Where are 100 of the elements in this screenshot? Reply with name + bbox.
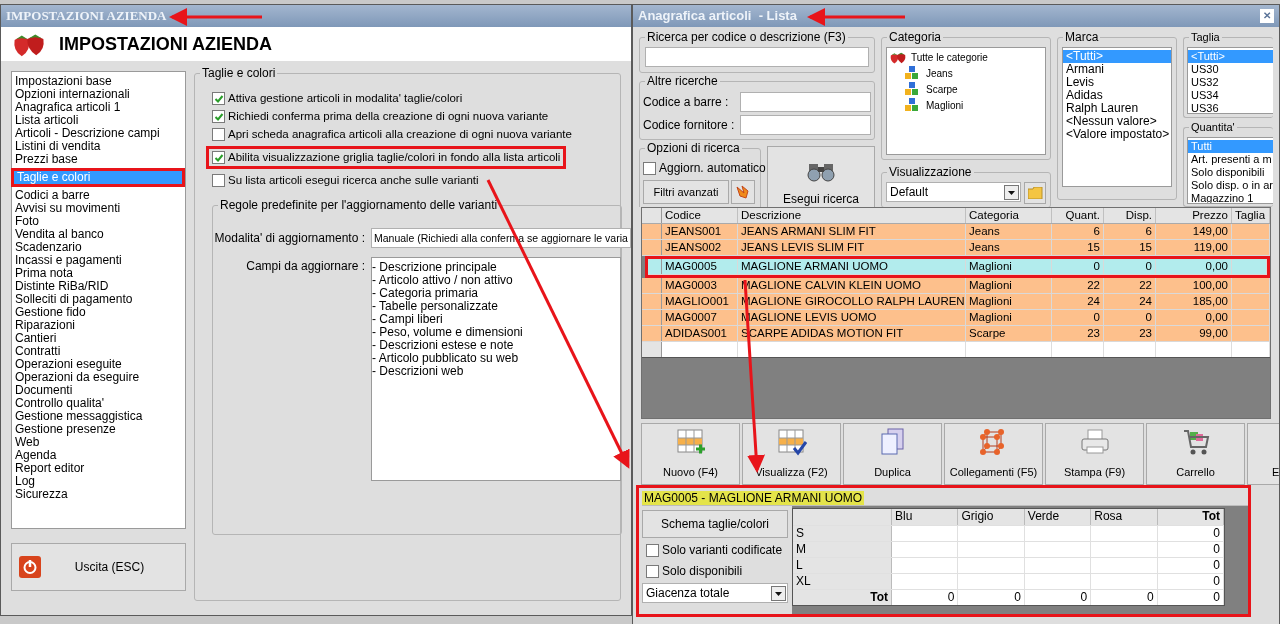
power-icon xyxy=(19,556,41,578)
section-item[interactable]: Operazioni eseguite xyxy=(12,358,185,371)
list-item[interactable]: <Nessun valore> xyxy=(1063,115,1171,128)
list-item[interactable]: US34 xyxy=(1188,89,1273,102)
list-item[interactable]: Levis xyxy=(1063,76,1171,89)
checkbox[interactable] xyxy=(212,174,225,187)
section-item[interactable]: Cantieri xyxy=(12,332,185,345)
section-item[interactable]: Agenda xyxy=(12,449,185,462)
section-item[interactable]: Controllo qualita' xyxy=(12,397,185,410)
section-item[interactable]: Riparazioni xyxy=(12,319,185,332)
list-item[interactable]: Art. presenti a m xyxy=(1188,153,1273,166)
table-cell: 24 xyxy=(1052,294,1104,309)
close-button[interactable]: ✕ xyxy=(1260,9,1274,23)
section-item[interactable]: Impostazioni base xyxy=(12,75,185,88)
column-header[interactable]: Taglia xyxy=(1232,208,1270,223)
checkbox[interactable] xyxy=(643,161,656,175)
section-item[interactable]: Prima nota xyxy=(12,267,185,280)
input-field[interactable] xyxy=(740,92,871,112)
section-item[interactable]: Articoli - Descrizione campi xyxy=(12,127,185,140)
tree-item[interactable]: Maglioni xyxy=(923,97,964,113)
section-item[interactable]: Lista articoli xyxy=(12,114,185,127)
checkbox[interactable] xyxy=(646,564,659,578)
advanced-filters-button[interactable]: Filtri avanzati xyxy=(643,180,729,204)
tree-item[interactable]: Jeans xyxy=(923,65,953,81)
table-row[interactable]: JEANS002 JEANS LEVIS SLIM FIT Jeans 15 15 119,00 xyxy=(642,240,1270,256)
section-item[interactable]: Sicurezza xyxy=(12,488,185,501)
toolbar-button[interactable]: Stampa (F9) xyxy=(1045,423,1144,485)
section-item[interactable]: Codici a barre xyxy=(12,189,185,202)
table-cell: MAGLIONE ARMANI UOMO xyxy=(738,259,966,274)
grid-cell: 0 xyxy=(1091,590,1158,605)
toolbar-button[interactable]: Nuovo (F4) xyxy=(641,423,740,485)
section-item[interactable]: Gestione presenze xyxy=(12,423,185,436)
filter-action-button[interactable] xyxy=(731,180,755,204)
section-item[interactable]: Report editor xyxy=(12,462,185,475)
list-item[interactable]: Adidas xyxy=(1063,89,1171,102)
group-title: Categoria xyxy=(887,30,944,44)
checkbox[interactable] xyxy=(212,110,225,123)
section-item[interactable]: Log xyxy=(12,475,185,488)
section-item[interactable]: Gestione messaggistica xyxy=(12,410,185,423)
field-label: Codice fornitore : xyxy=(643,117,736,134)
field-item: - Peso, volume e dimensioni xyxy=(372,326,524,339)
section-item[interactable]: Opzioni internazionali xyxy=(12,88,185,101)
section-item[interactable]: Anagrafica articoli 1 xyxy=(12,101,185,114)
section-item[interactable]: Solleciti di pagamento xyxy=(12,293,185,306)
section-item[interactable]: Distinte RiBa/RID xyxy=(12,280,185,293)
list-item[interactable]: Armani xyxy=(1063,63,1171,76)
view-select[interactable]: Default xyxy=(886,182,1021,202)
field-item: - Campi liberi xyxy=(372,313,443,326)
toolbar-button[interactable]: Collegamenti (F5) xyxy=(944,423,1043,485)
section-item[interactable]: Documenti xyxy=(12,384,185,397)
checkbox[interactable] xyxy=(212,128,225,141)
toolbar-button[interactable]: Carrello xyxy=(1146,423,1245,485)
list-item[interactable]: US32 xyxy=(1188,76,1273,89)
row-header: L xyxy=(793,558,893,573)
column-header[interactable]: Quant. xyxy=(1052,208,1104,223)
section-item[interactable]: Listini di vendita xyxy=(12,140,185,153)
grid-cell: 0 xyxy=(958,590,1025,605)
exit-button[interactable]: Uscita (ESC) xyxy=(11,543,186,591)
section-item[interactable]: Vendita al banco xyxy=(12,228,185,241)
table-cell: 23 xyxy=(1052,326,1104,341)
table-row[interactable]: JEANS001 JEANS ARMANI SLIM FIT Jeans 6 6 149,00 xyxy=(642,224,1270,240)
table-cell: 0,00 xyxy=(1156,259,1232,274)
toolbar-button[interactable]: E xyxy=(1247,423,1279,485)
section-item[interactable]: Foto xyxy=(12,215,185,228)
schema-button[interactable]: Schema taglie/colori xyxy=(642,510,788,538)
column-header[interactable]: Prezzo xyxy=(1156,208,1232,223)
column-header: Rosa xyxy=(1091,509,1158,525)
search-field[interactable] xyxy=(645,47,869,67)
section-item[interactable]: Avvisi su movimenti xyxy=(12,202,185,215)
tree-item[interactable]: Scarpe xyxy=(923,81,958,97)
tree-item[interactable]: Tutte le categorie xyxy=(911,50,988,65)
checkbox[interactable] xyxy=(212,151,225,164)
section-item[interactable]: Scadenzario xyxy=(12,241,185,254)
stock-select[interactable]: Giacenza totale xyxy=(642,583,788,603)
grid-cell: 0 xyxy=(1024,590,1092,605)
checkbox[interactable] xyxy=(646,543,659,557)
toolbar-button[interactable]: Duplica xyxy=(843,423,942,485)
list-item[interactable]: US30 xyxy=(1188,63,1273,76)
toolbar-button[interactable]: Visualizza (F2) xyxy=(742,423,841,485)
table-row[interactable]: MAG0005 MAGLIONE ARMANI UOMO Maglioni 0 0 0,00 xyxy=(648,259,1267,275)
section-item[interactable]: Prezzi base xyxy=(12,153,185,166)
column-header[interactable]: Descrizione xyxy=(738,208,966,223)
section-item[interactable]: Web xyxy=(12,436,185,449)
column-header[interactable]: Categoria xyxy=(966,208,1052,223)
checkbox[interactable] xyxy=(212,92,225,105)
list-item[interactable]: Solo disp. o in ar xyxy=(1188,179,1273,192)
list-item[interactable]: Solo disponibili xyxy=(1188,166,1273,179)
section-item[interactable]: Operazioni da eseguire xyxy=(12,371,185,384)
run-search-button[interactable]: Esegui ricerca xyxy=(767,146,875,207)
section-item[interactable]: Incassi e pagamenti xyxy=(12,254,185,267)
list-item[interactable]: US36 xyxy=(1188,102,1273,113)
section-item[interactable]: Contratti xyxy=(12,345,185,358)
column-header[interactable]: Codice xyxy=(662,208,738,223)
section-item[interactable]: Gestione fido xyxy=(12,306,185,319)
input-field[interactable] xyxy=(740,115,871,135)
option-label: Solo disponibili xyxy=(662,563,743,580)
group-title: Ricerca per codice o descrizione (F3) xyxy=(645,30,848,44)
list-item[interactable]: Ralph Lauren xyxy=(1063,102,1171,115)
column-header[interactable]: Disp. xyxy=(1104,208,1156,223)
list-item[interactable]: <Valore impostato> xyxy=(1063,128,1171,141)
